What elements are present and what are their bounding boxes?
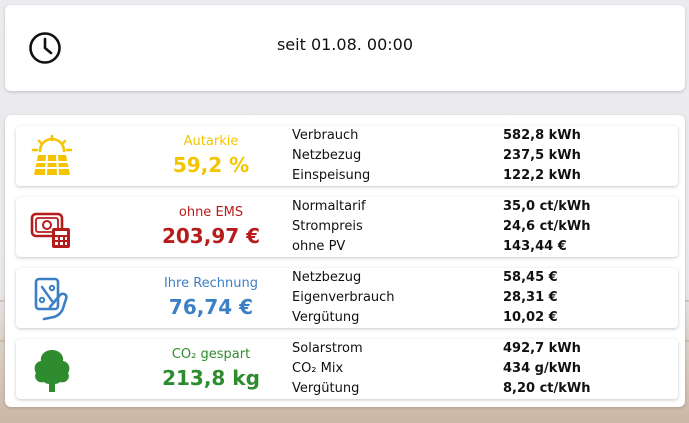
detail-value: 28,31 € — [503, 290, 558, 305]
co2-saved-value: 213,8 kg — [162, 366, 260, 390]
detail-label: Solarstrom — [292, 341, 363, 356]
detail-value: 492,7 kWh — [503, 341, 581, 356]
detail-value: 8,20 ct/kWh — [503, 381, 591, 396]
solar-panel-icon — [31, 135, 73, 176]
detail-value: 122,2 kWh — [503, 168, 581, 183]
period-label: seit 01.08. 00:00 — [276, 35, 414, 54]
detail-value: 143,44 € — [503, 239, 567, 254]
without-ems-value: 203,97 € — [161, 224, 261, 248]
detail-line: ohne PV 143,44 € — [292, 237, 672, 257]
detail-line: Vergütung 10,02 € — [292, 308, 672, 328]
period-header-card: seit 01.08. 00:00 — [5, 5, 685, 91]
detail-value: 237,5 kWh — [503, 148, 581, 163]
autarky-row: Autarkie 59,2 % Verbrauch 582,8 kWh Netz… — [16, 126, 678, 186]
money-calculator-icon — [30, 212, 70, 248]
detail-value: 582,8 kWh — [503, 128, 581, 143]
energy-summary-card: Autarkie 59,2 % Verbrauch 582,8 kWh Netz… — [5, 115, 685, 407]
detail-label: Vergütung — [292, 310, 360, 325]
detail-value: 58,45 € — [503, 270, 558, 285]
detail-label: Netzbezug — [292, 148, 362, 163]
detail-label: Vergütung — [292, 381, 360, 396]
detail-line: Verbrauch 582,8 kWh — [292, 126, 672, 146]
detail-line: Strompreis 24,6 ct/kWh — [292, 217, 672, 237]
co2-saved-row: CO₂ gespart 213,8 kg Solarstrom 492,7 kW… — [16, 339, 678, 399]
detail-label: Eigenverbrauch — [292, 290, 395, 305]
detail-line: Netzbezug 58,45 € — [292, 268, 672, 288]
detail-label: Netzbezug — [292, 270, 362, 285]
tree-icon — [34, 350, 70, 392]
detail-line: Einspeisung 122,2 kWh — [292, 166, 672, 186]
detail-line: Normaltarif 35,0 ct/kWh — [292, 197, 672, 217]
detail-value: 10,02 € — [503, 310, 558, 325]
detail-label: Verbrauch — [292, 128, 359, 143]
detail-value: 35,0 ct/kWh — [503, 199, 591, 214]
co2-saved-title: CO₂ gespart — [171, 347, 251, 362]
your-bill-value: 76,74 € — [168, 295, 254, 319]
detail-line: Solarstrom 492,7 kWh — [292, 339, 672, 359]
detail-label: CO₂ Mix — [292, 361, 344, 376]
without-ems-row: ohne EMS 203,97 € Normaltarif 35,0 ct/kW… — [16, 197, 678, 257]
detail-label: Strompreis — [292, 219, 363, 234]
autarky-title: Autarkie — [183, 134, 239, 149]
detail-value: 434 g/kWh — [503, 361, 581, 376]
detail-label: ohne PV — [292, 239, 346, 254]
detail-label: Normaltarif — [292, 199, 366, 214]
detail-value: 24,6 ct/kWh — [503, 219, 591, 234]
bill-hand-icon — [34, 277, 68, 321]
detail-label: Einspeisung — [292, 168, 371, 183]
detail-line: Eigenverbrauch 28,31 € — [292, 288, 672, 308]
detail-line: Vergütung 8,20 ct/kWh — [292, 379, 672, 399]
detail-line: CO₂ Mix 434 g/kWh — [292, 359, 672, 379]
autarky-value: 59,2 % — [172, 153, 250, 177]
your-bill-title: Ihre Rechnung — [163, 276, 259, 291]
your-bill-row: Ihre Rechnung 76,74 € Netzbezug 58,45 € … — [16, 268, 678, 328]
without-ems-title: ohne EMS — [178, 205, 244, 220]
detail-line: Netzbezug 237,5 kWh — [292, 146, 672, 166]
